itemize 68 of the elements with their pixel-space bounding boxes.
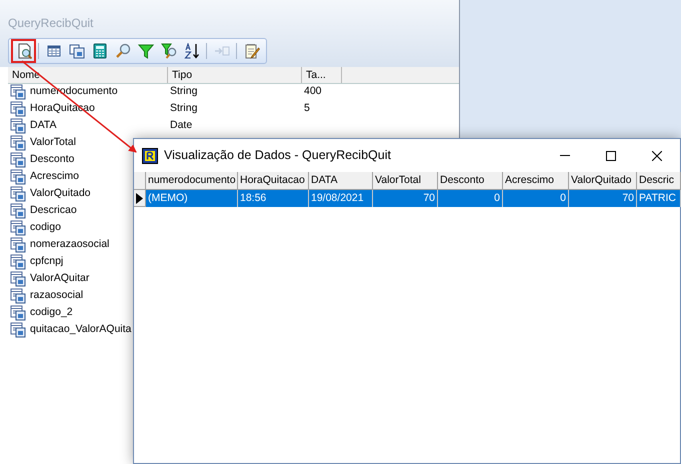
table-cell: 0 xyxy=(503,190,569,207)
field-name[interactable]: razaosocial xyxy=(30,288,84,304)
table-cell: (MEMO) xyxy=(146,190,238,207)
field-size: 400 xyxy=(304,85,322,98)
table-cell: 19/08/2021 xyxy=(309,190,373,207)
window-title: QueryRecibQuit xyxy=(8,15,94,32)
field-icon xyxy=(10,84,26,100)
close-icon xyxy=(652,150,662,160)
toolbar-button[interactable] xyxy=(13,40,34,61)
sort-icon xyxy=(184,42,200,59)
column-header[interactable]: ValorQuitado xyxy=(569,172,637,190)
notepad-pencil-icon xyxy=(244,42,260,59)
field-type: Date xyxy=(170,119,192,132)
column-header[interactable]: Desconto xyxy=(438,172,503,190)
table-cell: 18:56 xyxy=(238,190,309,207)
field-icon xyxy=(10,220,26,236)
field-icon xyxy=(10,254,26,270)
field-icon xyxy=(10,237,26,253)
field-name[interactable]: DATA xyxy=(30,118,56,134)
column-header[interactable]: Tipo xyxy=(168,66,302,82)
field-icon xyxy=(10,288,26,304)
column-header[interactable]: Ta... xyxy=(302,66,342,82)
field-name[interactable]: ValorQuitado xyxy=(30,186,91,202)
table-cell: 70 xyxy=(569,190,637,207)
field-icon xyxy=(10,169,26,185)
column-header[interactable]: HoraQuitacao xyxy=(238,172,309,190)
field-name[interactable]: quitacao_ValorAQuita xyxy=(30,322,132,338)
field-icon xyxy=(10,271,26,287)
table-cell: PATRIC xyxy=(637,190,681,207)
field-icon xyxy=(10,186,26,202)
column-header[interactable]: Descric xyxy=(637,172,681,190)
column-header[interactable]: DATA xyxy=(309,172,373,190)
window-title: Visualização de Dados - QueryRecibQuit xyxy=(164,147,392,164)
search-icon xyxy=(114,42,130,59)
field-icon xyxy=(10,118,26,134)
table-cell: 70 xyxy=(373,190,438,207)
filter-icon xyxy=(138,42,154,59)
field-size: 5 xyxy=(304,102,310,114)
field-icon xyxy=(10,152,26,168)
field-name[interactable]: codigo_2 xyxy=(30,305,73,321)
field-name[interactable]: Desconto xyxy=(30,152,74,168)
column-header[interactable]: Nome xyxy=(8,66,168,82)
field-icon xyxy=(10,322,26,338)
field-icon xyxy=(10,135,26,151)
field-name[interactable]: Descricao xyxy=(30,203,77,219)
field-name[interactable]: cpfcnpj xyxy=(30,254,64,270)
field-name[interactable]: nomerazaosocial xyxy=(30,237,110,253)
column-header[interactable]: ValorTotal xyxy=(373,172,438,190)
field-icon xyxy=(10,203,26,219)
column-header[interactable]: Acrescimo xyxy=(503,172,569,190)
document-magnifier-icon xyxy=(16,42,32,59)
filter-magnifier-icon xyxy=(160,42,176,59)
app-logo-icon xyxy=(142,148,158,164)
maximize-icon xyxy=(606,150,616,160)
field-type: String xyxy=(170,85,198,98)
field-name[interactable]: ValorTotal xyxy=(30,135,76,151)
table-cell: 0 xyxy=(438,190,503,207)
field-icon xyxy=(10,305,26,321)
calculator-icon xyxy=(92,42,108,59)
column-header[interactable]: numerodocumento xyxy=(146,172,238,190)
table-icon xyxy=(46,42,62,59)
field-icon xyxy=(10,101,26,117)
minimize-icon xyxy=(560,155,570,156)
field-name[interactable]: Acrescimo xyxy=(30,169,80,185)
field-name[interactable]: codigo xyxy=(30,220,61,236)
window-stack-icon xyxy=(68,42,84,59)
field-type: String xyxy=(170,102,198,114)
field-name[interactable]: ValorAQuitar xyxy=(30,271,90,287)
